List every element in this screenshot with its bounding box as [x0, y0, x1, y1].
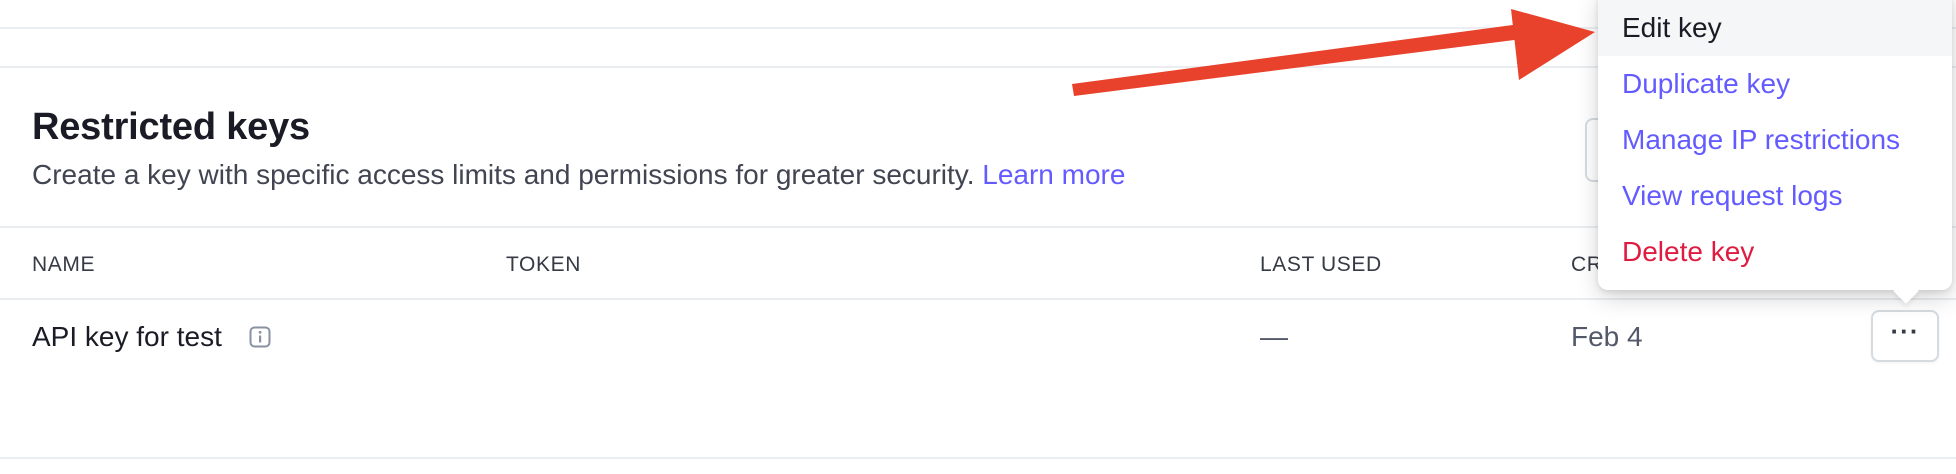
divider-row: [0, 298, 1956, 300]
menu-item-edit-key[interactable]: Edit key: [1598, 0, 1952, 56]
menu-item-manage-ip-restrictions[interactable]: Manage IP restrictions: [1598, 112, 1952, 168]
section-description: Create a key with specific access limits…: [32, 158, 1125, 192]
more-horizontal-icon: ···: [1890, 316, 1920, 346]
learn-more-link[interactable]: Learn more: [982, 159, 1125, 190]
row-actions-menu: Edit key Duplicate key Manage IP restric…: [1598, 0, 1952, 304]
column-header-name: NAME: [32, 253, 96, 276]
row-actions-button[interactable]: ···: [1871, 310, 1939, 362]
annotation-arrow-icon: [1072, 9, 1595, 96]
key-name-cell[interactable]: API key for test: [32, 320, 222, 354]
menu-item-duplicate-key[interactable]: Duplicate key: [1598, 56, 1952, 112]
info-icon[interactable]: [249, 326, 271, 348]
description-text: Create a key with specific access limits…: [32, 159, 975, 190]
menu-item-view-request-logs[interactable]: View request logs: [1598, 168, 1952, 224]
menu-item-delete-key[interactable]: Delete key: [1598, 224, 1952, 280]
divider-bottom: [0, 457, 1956, 459]
column-header-token: TOKEN: [506, 253, 581, 276]
column-header-last-used: LAST USED: [1260, 253, 1382, 276]
section-title: Restricted keys: [32, 106, 310, 148]
created-cell: Feb 4: [1571, 321, 1643, 352]
last-used-cell: —: [1260, 321, 1288, 352]
